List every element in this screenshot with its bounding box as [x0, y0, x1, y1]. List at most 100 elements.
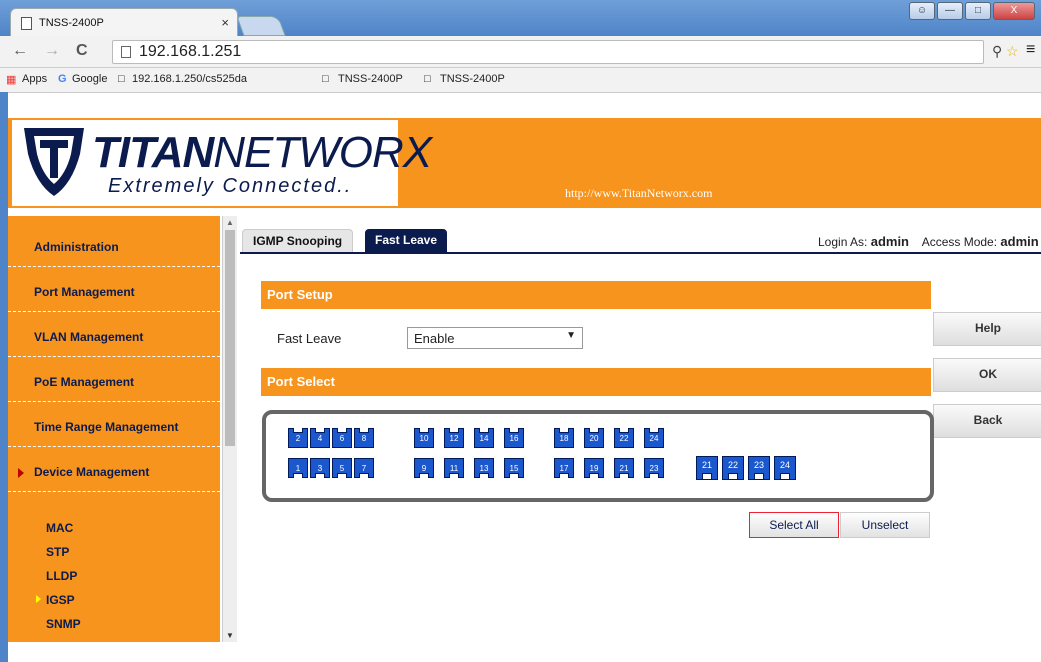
access-value: admin: [1000, 234, 1039, 249]
back-button[interactable]: Back: [933, 404, 1041, 438]
port-21[interactable]: 21: [614, 458, 634, 478]
sidebar-item-port-management[interactable]: Port Management: [8, 267, 220, 312]
port-3[interactable]: 3: [310, 458, 330, 478]
scroll-up-icon[interactable]: ▲: [226, 218, 234, 227]
sidebar-item-device-management[interactable]: Device Management: [8, 447, 220, 492]
logo: TITANNETWORX Extremely Connected..: [12, 120, 432, 206]
port-7[interactable]: 7: [354, 458, 374, 478]
titan-shield-icon: [24, 128, 84, 196]
tab-close-icon[interactable]: ×: [221, 15, 229, 30]
port-9[interactable]: 9: [414, 458, 434, 478]
star-icon[interactable]: ☆: [1006, 43, 1019, 60]
unselect-button[interactable]: Unselect: [840, 512, 930, 538]
sidebar-item-time-range-management[interactable]: Time Range Management: [8, 402, 220, 447]
port-20[interactable]: 20: [584, 428, 604, 448]
bookmarks-bar: ▦ Apps G Google □ 192.168.1.250/cs525da …: [0, 68, 1041, 93]
port-select-header: Port Select: [261, 368, 931, 396]
port-11[interactable]: 11: [444, 458, 464, 478]
port-14[interactable]: 14: [474, 428, 494, 448]
access-label: Access Mode:: [921, 235, 998, 249]
port-19[interactable]: 19: [584, 458, 604, 478]
page-icon: □: [118, 73, 125, 85]
port-6[interactable]: 6: [332, 428, 352, 448]
help-button[interactable]: Help: [933, 312, 1041, 346]
window-close-icon[interactable]: X: [993, 2, 1035, 20]
page-icon: □: [322, 73, 329, 85]
address-bar-row: ← → C 192.168.1.251 ⚲ ☆ ≡: [0, 36, 1041, 68]
bookmark-google[interactable]: Google: [72, 73, 107, 85]
new-tab-button[interactable]: [236, 16, 286, 36]
active-arrow-icon: [36, 595, 41, 603]
port-1[interactable]: 1: [288, 458, 308, 478]
port-23[interactable]: 23: [644, 458, 664, 478]
url-field[interactable]: 192.168.1.251: [112, 40, 984, 64]
port-17[interactable]: 17: [554, 458, 574, 478]
fast-leave-label: Fast Leave: [277, 331, 342, 346]
google-icon: G: [58, 73, 67, 85]
forward-icon[interactable]: →: [44, 42, 60, 60]
port-4[interactable]: 4: [310, 428, 330, 448]
sidebar-subitem-stp[interactable]: STP: [46, 545, 69, 559]
scrollbar-thumb[interactable]: [225, 230, 235, 446]
window-controls: ☺ — □ X: [909, 2, 1035, 20]
tab-fast-leave[interactable]: Fast Leave: [365, 229, 448, 252]
login-label: Login As:: [818, 235, 868, 249]
port-13[interactable]: 13: [474, 458, 494, 478]
window-border: [0, 92, 8, 662]
dropdown-arrow-icon: ▼: [566, 330, 576, 341]
bookmark-tnss-1[interactable]: TNSS-2400P: [338, 73, 403, 85]
port-10[interactable]: 10: [414, 428, 434, 448]
bookmark-tnss-2[interactable]: TNSS-2400P: [440, 73, 505, 85]
sidebar-subitem-snmp[interactable]: SNMP: [46, 617, 81, 631]
reload-icon[interactable]: C: [76, 42, 88, 60]
sidebar-subitem-mac[interactable]: MAC: [46, 521, 73, 535]
brand-tagline: Extremely Connected..: [108, 175, 353, 197]
port-24[interactable]: 24: [644, 428, 664, 448]
sidebar-scrollbar[interactable]: ▲ ▼: [222, 216, 237, 642]
browser-tab[interactable]: TNSS-2400P ×: [10, 8, 238, 37]
port-16[interactable]: 16: [504, 428, 524, 448]
sidebar-item-administration[interactable]: Administration: [8, 222, 220, 267]
key-icon[interactable]: ⚲: [992, 43, 1002, 60]
sidebar-subitem-igsp[interactable]: IGSP: [36, 593, 75, 607]
sfp-port-21[interactable]: 21: [696, 456, 718, 480]
scroll-down-icon[interactable]: ▼: [226, 631, 234, 640]
tab-title: TNSS-2400P: [39, 17, 104, 29]
port-panel: 2 4 6 8 10 12 14 16 18 20 22 24 1 3 5 7 …: [262, 410, 934, 502]
sfp-port-23[interactable]: 23: [748, 456, 770, 480]
sidebar-item-vlan-management[interactable]: VLAN Management: [8, 312, 220, 357]
tab-igmp-snooping[interactable]: IGMP Snooping: [242, 229, 354, 253]
port-15[interactable]: 15: [504, 458, 524, 478]
sfp-port-22[interactable]: 22: [722, 456, 744, 480]
sidebar: Administration Port Management VLAN Mana…: [8, 216, 220, 642]
port-2[interactable]: 2: [288, 428, 308, 448]
fast-leave-select[interactable]: Enable ▼: [407, 327, 583, 349]
sidebar-item-poe-management[interactable]: PoE Management: [8, 357, 220, 402]
sfp-port-24[interactable]: 24: [774, 456, 796, 480]
sidebar-subitem-lldp[interactable]: LLDP: [46, 569, 77, 583]
expand-arrow-icon: [18, 468, 24, 478]
url-text: 192.168.1.251: [139, 43, 242, 60]
back-icon[interactable]: ←: [12, 42, 28, 60]
session-info: Login As: admin Access Mode: admin: [818, 234, 1039, 249]
apps-icon: ▦: [6, 74, 17, 86]
browser-titlebar: TNSS-2400P × ☺ — □ X: [0, 0, 1041, 37]
fast-leave-value: Enable: [414, 331, 455, 346]
ok-button[interactable]: OK: [933, 358, 1041, 392]
user-icon[interactable]: ☺: [909, 2, 935, 20]
brand-name: TITANNETWORX: [92, 128, 432, 177]
maximize-icon[interactable]: □: [965, 2, 991, 20]
bookmark-apps[interactable]: Apps: [22, 73, 47, 85]
port-5[interactable]: 5: [332, 458, 352, 478]
port-18[interactable]: 18: [554, 428, 574, 448]
port-12[interactable]: 12: [444, 428, 464, 448]
page-icon: □: [424, 73, 431, 85]
port-setup-header: Port Setup: [261, 281, 931, 309]
menu-icon[interactable]: ≡: [1026, 41, 1035, 59]
page-icon: [121, 46, 131, 58]
port-22[interactable]: 22: [614, 428, 634, 448]
select-all-button[interactable]: Select All: [749, 512, 839, 538]
minimize-icon[interactable]: —: [937, 2, 963, 20]
port-8[interactable]: 8: [354, 428, 374, 448]
bookmark-ip[interactable]: 192.168.1.250/cs525da: [132, 73, 247, 85]
